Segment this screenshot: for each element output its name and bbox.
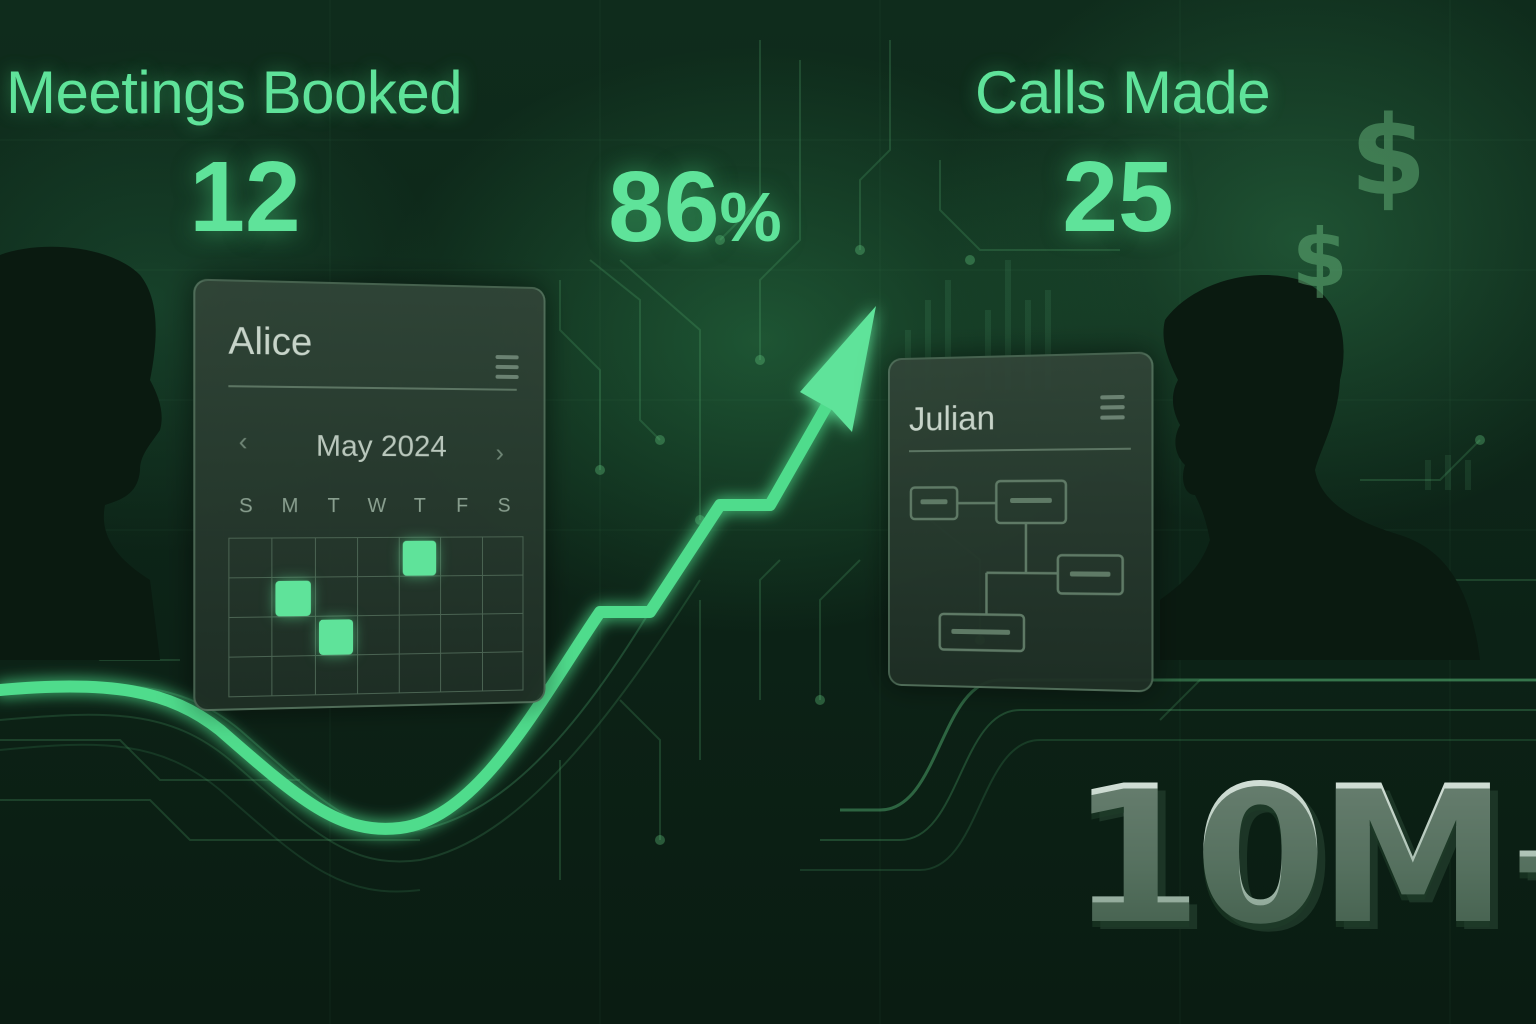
success-rate-number: 86	[608, 151, 720, 263]
booked-meeting-day[interactable]	[275, 580, 311, 617]
calls-made-label: Calls Made	[975, 59, 1271, 126]
julian-flowchart-card: Julian	[887, 351, 1154, 693]
calendar-day-cell[interactable]	[398, 575, 442, 616]
calendar-day-cell[interactable]	[481, 651, 524, 692]
calendar-day-cell[interactable]	[440, 613, 483, 654]
calendar-day-cell[interactable]	[314, 537, 358, 578]
weekday-label: T	[413, 495, 426, 517]
calendar-day-cell[interactable]	[440, 536, 483, 577]
weekday-header: S M T W T F S	[230, 495, 518, 518]
card-divider	[908, 447, 1131, 453]
calendar-month: May 2024	[315, 429, 447, 464]
flowchart-diagram	[890, 456, 1152, 691]
card-divider	[228, 385, 517, 391]
booked-meeting-day[interactable]	[318, 619, 353, 656]
calendar-day-cell[interactable]	[398, 652, 442, 694]
menu-icon[interactable]	[1100, 394, 1125, 426]
menu-icon[interactable]	[495, 355, 519, 385]
calendar-day-cell[interactable]	[271, 615, 316, 657]
person-silhouette-right	[1160, 274, 1480, 660]
meetings-booked-label: Meetings Booked	[6, 59, 463, 126]
person-silhouette-left	[0, 246, 162, 660]
calendar-day-cell[interactable]	[314, 576, 358, 617]
calendar-day-cell[interactable]	[398, 614, 442, 655]
calendar-day-cell[interactable]	[271, 655, 316, 697]
calendar-day-cell[interactable]	[271, 537, 316, 578]
weekday-label: S	[497, 495, 511, 517]
weekday-label: F	[456, 495, 469, 517]
calendar-day-cell[interactable]	[356, 536, 400, 578]
calendar-day-cell[interactable]	[314, 654, 358, 696]
alice-calendar-card: Alice ‹ May 2024 › S M T W T F S	[193, 278, 546, 712]
calendar-day-cell[interactable]	[440, 651, 483, 693]
weekday-label: S	[238, 495, 253, 518]
calendar-grid	[228, 536, 524, 698]
card-owner-name: Julian	[908, 399, 996, 439]
calendar-day-cell[interactable]	[228, 655, 273, 698]
weekday-label: T	[327, 495, 340, 518]
headline-number: 10M+	[1070, 745, 1536, 966]
meetings-booked-value: 12	[189, 141, 301, 253]
calendar-day-cell[interactable]	[356, 653, 400, 695]
calendar-day-cell[interactable]	[481, 612, 524, 653]
calendar-day-cell[interactable]	[228, 537, 273, 579]
calendar-day-cell[interactable]	[356, 575, 400, 617]
dollar-sign-icon: $	[1292, 212, 1348, 305]
calendar-day-cell[interactable]	[228, 576, 273, 619]
chevron-right-icon[interactable]: ›	[496, 438, 504, 469]
weekday-label: M	[281, 495, 299, 518]
card-owner-name: Alice	[228, 320, 313, 365]
booked-meeting-day[interactable]	[402, 540, 437, 576]
dollar-sign-icon: $	[1350, 92, 1427, 220]
calendar-day-cell[interactable]	[356, 614, 400, 656]
calendar-day-cell[interactable]	[440, 574, 483, 616]
calendar-day-cell[interactable]	[228, 616, 273, 658]
hero-scene: Meetings Booked 12 86% Calls Made 25 $ $…	[0, 0, 1536, 1024]
weekday-label: W	[367, 495, 387, 518]
chevron-left-icon[interactable]: ‹	[239, 426, 248, 458]
calendar-day-cell[interactable]	[481, 574, 524, 615]
success-rate-value: 86%	[590, 150, 800, 265]
success-rate-unit: %	[719, 178, 782, 256]
calendar-day-cell[interactable]	[481, 536, 524, 576]
calls-made-value: 25	[1062, 141, 1174, 253]
